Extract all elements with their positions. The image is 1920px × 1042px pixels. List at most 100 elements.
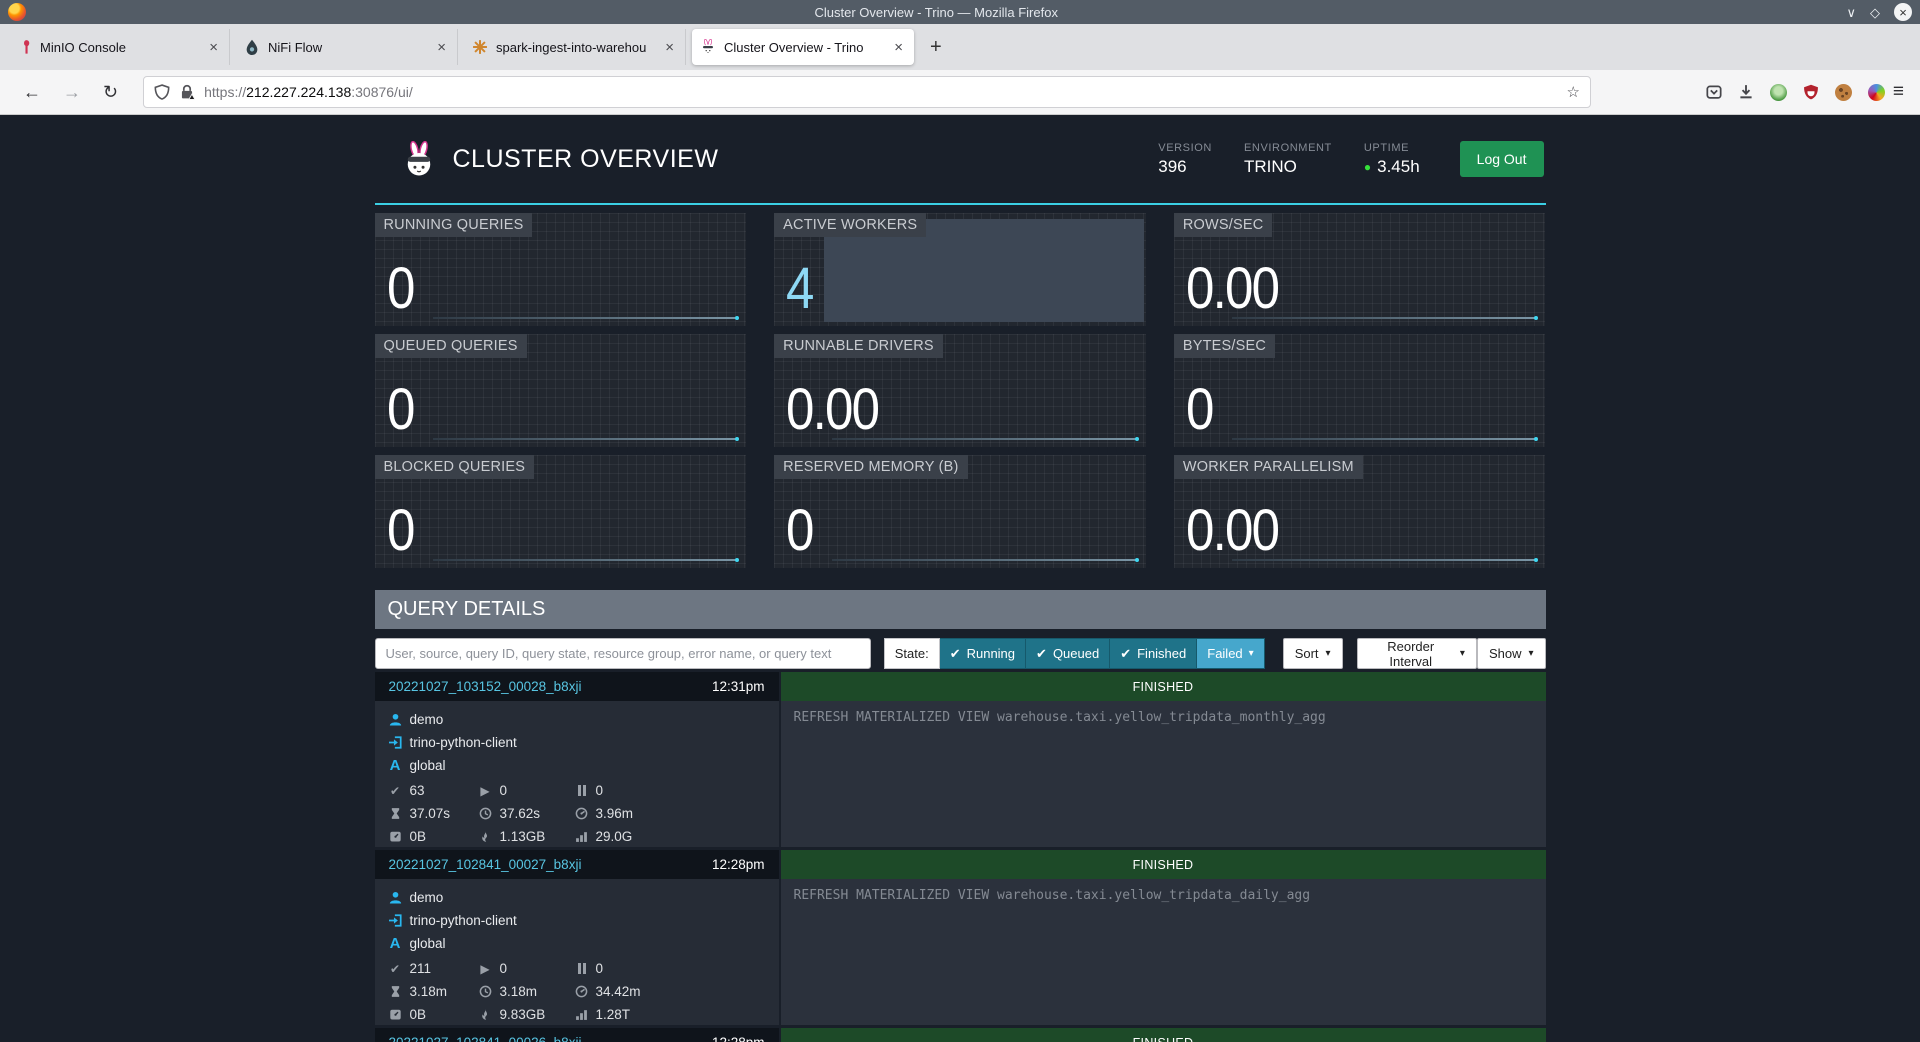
version-info: VERSION 396 <box>1158 142 1212 177</box>
current-memory: 0B <box>410 829 427 844</box>
privacy-extension-icon[interactable] <box>1770 84 1787 101</box>
completed-splits-icon: ✔ <box>389 784 402 798</box>
url-path: :30876/ui/ <box>351 84 413 100</box>
uptime-info: UPTIME ●3.45h <box>1364 142 1420 177</box>
reload-icon[interactable]: ↻ <box>92 82 129 103</box>
running-splits: 0 <box>500 783 508 798</box>
stat-value: 0 <box>1186 381 1213 439</box>
url-text[interactable]: https://212.227.224.138:30876/ui/ <box>204 84 1557 100</box>
completed-splits-icon: ✔ <box>389 962 402 976</box>
cumulative-memory-chart-icon <box>575 830 588 843</box>
sort-dropdown[interactable]: Sort▾ <box>1283 638 1343 669</box>
filter-failed-dropdown[interactable]: Failed▾ <box>1197 638 1264 669</box>
check-icon: ✔ <box>950 646 961 662</box>
sparkline <box>1232 317 1538 319</box>
environment-label: ENVIRONMENT <box>1244 142 1332 154</box>
tile-queued-queries: 0 QUEUED QUERIES <box>375 334 747 447</box>
stat-value: 0 <box>786 502 813 560</box>
new-tab-button[interactable]: + <box>920 36 952 59</box>
chevron-down-icon: ▾ <box>1460 648 1465 659</box>
query-id-link[interactable]: 20221027_103152_00028_b8xji <box>389 679 582 694</box>
bookmark-star-icon[interactable]: ☆ <box>1566 83 1579 101</box>
url-bar[interactable]: https://212.227.224.138:30876/ui/ ☆ <box>143 76 1591 108</box>
sparkline <box>433 559 739 561</box>
tile-reserved-memory: 0 RESERVED MEMORY (B) <box>774 455 1146 568</box>
cookie-extension-icon[interactable] <box>1835 84 1852 101</box>
hamburger-menu-icon[interactable]: ≡ <box>1889 81 1908 103</box>
tile-rows-per-sec: 0.00 ROWS/SEC <box>1174 213 1546 326</box>
completed-splits: 211 <box>410 961 432 976</box>
gauge-icon <box>575 807 588 820</box>
tile-blocked-queries: 0 BLOCKED QUERIES <box>375 455 747 568</box>
cumulative-memory: 29.0G <box>596 829 633 844</box>
filter-queued-button[interactable]: ✔Queued <box>1026 638 1110 669</box>
queued-splits: 0 <box>596 961 604 976</box>
query-meta-panel: demo trino-python-client Aglobal ✔63 ▶0 … <box>375 701 779 847</box>
sparkline <box>1232 559 1538 561</box>
tab-close-icon[interactable]: × <box>206 39 221 56</box>
query-time: 12:31pm <box>712 679 765 694</box>
url-scheme: https:// <box>204 84 246 100</box>
tab-minio-console[interactable]: MinIO Console × <box>8 29 230 65</box>
query-time: 12:28pm <box>712 1035 765 1042</box>
tab-close-icon[interactable]: × <box>662 39 677 56</box>
environment-info: ENVIRONMENT TRINO <box>1244 142 1332 177</box>
tab-close-icon[interactable]: × <box>434 39 449 56</box>
stat-label: ACTIVE WORKERS <box>774 213 926 237</box>
query-search-input[interactable] <box>375 638 871 669</box>
uptime-value: 3.45h <box>1377 157 1420 177</box>
stat-label: BLOCKED QUERIES <box>375 455 535 479</box>
stat-label: ROWS/SEC <box>1174 213 1273 237</box>
tile-bytes-per-sec: 0 BYTES/SEC <box>1174 334 1546 447</box>
query-meta-panel: demo trino-python-client Aglobal ✔211 ▶0… <box>375 879 779 1025</box>
filter-finished-button[interactable]: ✔Finished <box>1110 638 1197 669</box>
query-text[interactable]: REFRESH MATERIALIZED VIEW warehouse.taxi… <box>781 701 1546 847</box>
show-dropdown[interactable]: Show▾ <box>1477 638 1546 669</box>
stat-label: QUEUED QUERIES <box>375 334 527 358</box>
save-to-pocket-icon[interactable] <box>1706 84 1722 100</box>
window-close-icon[interactable]: × <box>1894 3 1912 21</box>
tab-cluster-overview-active[interactable]: Cluster Overview - Trino × <box>692 29 914 65</box>
reorder-interval-dropdown[interactable]: Reorder Interval▾ <box>1357 638 1477 669</box>
query-row-header: 20221027_102841_00026_b8xji 12:28pm <box>375 1028 779 1042</box>
query-status-bar[interactable]: FINISHED <box>781 1028 1546 1042</box>
elapsed-time: 3.18m <box>410 984 448 999</box>
query-status-bar[interactable]: FINISHED <box>781 672 1546 701</box>
query-text[interactable]: REFRESH MATERIALIZED VIEW warehouse.taxi… <box>781 879 1546 1025</box>
cpu-time: 3.96m <box>596 806 634 821</box>
logout-button[interactable]: Log Out <box>1460 141 1544 177</box>
stat-label: BYTES/SEC <box>1174 334 1275 358</box>
resource-group-icon: A <box>389 935 402 952</box>
query-status-bar[interactable]: FINISHED <box>781 850 1546 879</box>
query-id-link[interactable]: 20221027_102841_00026_b8xji <box>389 1035 582 1042</box>
downloads-icon[interactable] <box>1738 84 1754 100</box>
environment-value: TRINO <box>1244 157 1332 177</box>
pinwheel-extension-icon[interactable] <box>1868 84 1885 101</box>
tab-close-icon[interactable]: × <box>891 39 906 56</box>
elapsed-time: 37.07s <box>410 806 451 821</box>
sparkline <box>433 317 739 319</box>
trino-favicon <box>700 39 716 55</box>
completed-splits: 63 <box>410 783 425 798</box>
tab-nifi-flow[interactable]: NiFi Flow × <box>236 29 458 65</box>
cluster-header: CLUSTER OVERVIEW VERSION 396 ENVIRONMENT… <box>375 115 1546 205</box>
peak-memory-fire-icon <box>479 830 492 843</box>
sparkline <box>832 559 1138 561</box>
lock-warning-icon[interactable] <box>179 84 195 100</box>
query-resource-group: global <box>410 758 446 773</box>
query-id-link[interactable]: 20221027_102841_00027_b8xji <box>389 857 582 872</box>
tracking-shield-icon[interactable] <box>154 84 170 100</box>
window-minimize-icon[interactable]: ∨ <box>1846 6 1856 19</box>
back-icon[interactable]: ← <box>12 82 52 103</box>
window-maximize-icon[interactable]: ◇ <box>1870 6 1880 19</box>
tile-running-queries: 0 RUNNING QUERIES <box>375 213 747 326</box>
filter-running-button[interactable]: ✔Running <box>940 638 1026 669</box>
tab-spark-notebook[interactable]: spark-ingest-into-warehou × <box>464 29 686 65</box>
user-icon <box>389 713 402 726</box>
nifi-favicon <box>244 39 260 55</box>
ublock-origin-icon[interactable] <box>1803 84 1819 100</box>
chevron-down-icon: ▾ <box>1326 648 1331 659</box>
source-icon <box>389 736 402 749</box>
forward-icon[interactable]: → <box>52 82 92 103</box>
query-source: trino-python-client <box>410 735 517 750</box>
